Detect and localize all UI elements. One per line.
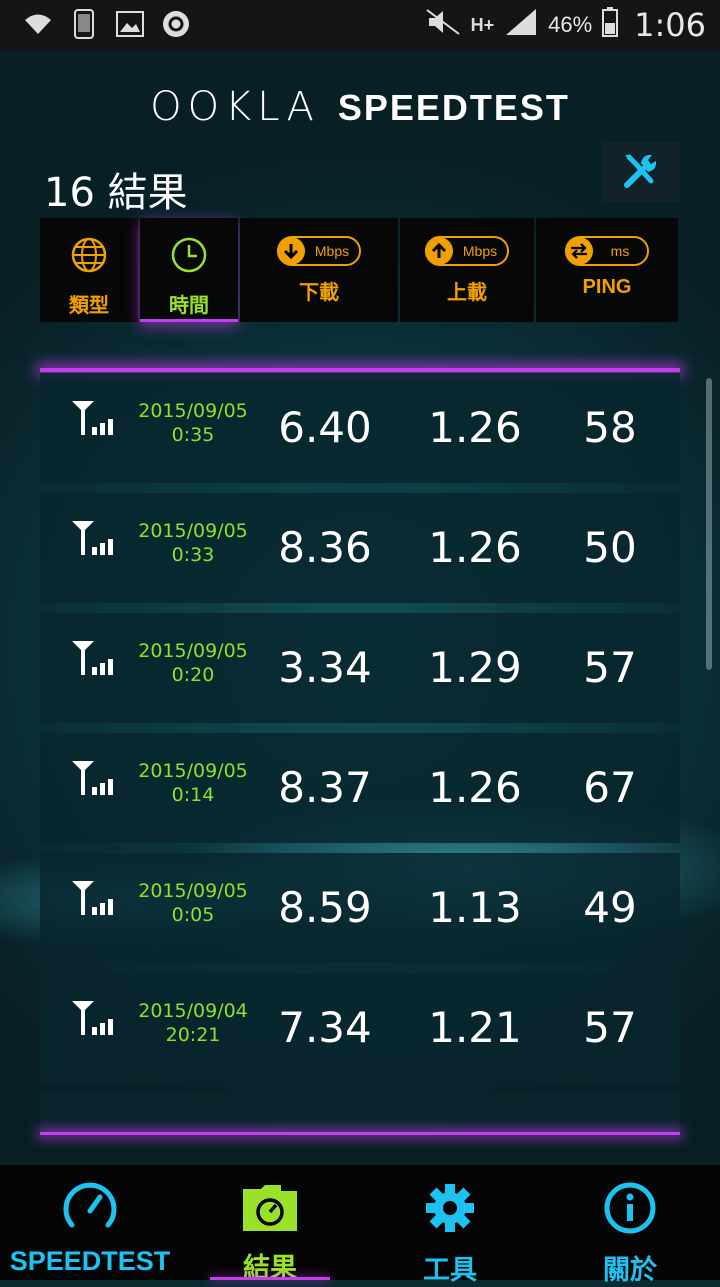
- logo-product: SPEEDTEST: [337, 87, 570, 128]
- result-row-partial[interactable]: [40, 1092, 680, 1134]
- clock: 1:06: [634, 6, 706, 44]
- result-row[interactable]: 2015/09/05 0:20 3.34 1.29 57: [40, 613, 680, 723]
- sort-bar: 類型 時間 Mbps 下載 Mbps 上載 ms PING: [40, 218, 680, 322]
- ping-pill: ms: [565, 236, 649, 266]
- info-icon: [603, 1181, 657, 1240]
- sort-type[interactable]: 類型: [40, 218, 138, 322]
- result-ping: 58: [583, 403, 637, 452]
- ping-unit: ms: [610, 243, 630, 259]
- network-type: H+: [470, 14, 495, 35]
- speedometer-icon: [62, 1181, 118, 1238]
- upload-unit: Mbps: [462, 243, 498, 259]
- sort-time[interactable]: 時間: [140, 218, 238, 322]
- sort-download[interactable]: Mbps 下載: [240, 218, 398, 322]
- result-row[interactable]: 2015/09/05 0:14 8.37 1.26 67: [40, 733, 680, 843]
- result-date: 2015/09/05 0:14: [138, 760, 248, 806]
- upload-pill: Mbps: [425, 236, 509, 266]
- mute-icon: [425, 8, 461, 42]
- result-ping: 49: [583, 883, 637, 932]
- cellular-signal-icon: [70, 397, 116, 442]
- result-row[interactable]: 2015/09/05 0:33 8.36 1.26 50: [40, 493, 680, 603]
- result-date: 2015/09/05 0:33: [138, 520, 248, 566]
- results-folder-icon: [241, 1181, 299, 1238]
- list-top-glow: [40, 368, 680, 372]
- result-row[interactable]: 2015/09/05 0:35 6.40 1.26 58: [40, 373, 680, 483]
- result-download: 8.37: [278, 763, 372, 812]
- result-upload: 1.26: [428, 403, 522, 452]
- result-ping: 57: [583, 1003, 637, 1052]
- logo-brand: OOKLA: [150, 84, 320, 130]
- sort-type-label: 類型: [69, 295, 109, 317]
- gallery-icon: [114, 8, 146, 40]
- cellular-signal-icon: [70, 997, 116, 1042]
- nav-tools-label: 工具: [423, 1255, 477, 1285]
- status-bar: H+ 46% 1:06: [0, 0, 720, 50]
- nav-speedtest[interactable]: SPEEDTEST: [0, 1165, 180, 1280]
- list-bottom-glow: [40, 1132, 680, 1135]
- result-download: 6.40: [278, 403, 372, 452]
- sort-upload[interactable]: Mbps 上載: [400, 218, 534, 322]
- upload-arrow-icon: [425, 237, 453, 265]
- list-scrollbar[interactable]: [706, 378, 712, 670]
- result-download: 8.36: [278, 523, 372, 572]
- globe-icon: [70, 236, 108, 279]
- result-upload: 1.26: [428, 763, 522, 812]
- sort-ping-label: PING: [582, 276, 632, 298]
- result-row[interactable]: 2015/09/05 0:05 8.59 1.13 49: [40, 853, 680, 963]
- battery-icon: [602, 7, 619, 43]
- result-ping: 67: [583, 763, 637, 812]
- sort-ping[interactable]: ms PING: [536, 218, 678, 322]
- app-logo: OOKLA SPEEDTEST: [0, 84, 720, 130]
- gear-icon: [423, 1181, 477, 1240]
- download-pill: Mbps: [277, 236, 361, 266]
- result-upload: 1.26: [428, 523, 522, 572]
- result-date: 2015/09/05 0:20: [138, 640, 248, 686]
- nav-about[interactable]: 關於: [540, 1165, 720, 1285]
- nav-about-label: 關於: [603, 1255, 657, 1285]
- download-unit: Mbps: [314, 243, 350, 259]
- result-date: 2015/09/05 0:05: [138, 880, 248, 926]
- app-notification-icon: [160, 8, 192, 40]
- ping-arrows-icon: [565, 237, 593, 265]
- clock-icon: [170, 236, 208, 279]
- nav-results[interactable]: 結果: [180, 1165, 360, 1283]
- cellular-signal-icon: [70, 637, 116, 682]
- tools-button[interactable]: [602, 142, 680, 202]
- sort-download-label: 下載: [299, 282, 339, 304]
- cellular-signal-icon: [70, 877, 116, 922]
- cellular-signal-icon: [70, 517, 116, 562]
- result-download: 8.59: [278, 883, 372, 932]
- result-date: 2015/09/05 0:35: [138, 400, 248, 446]
- wifi-icon: [22, 8, 54, 40]
- sort-time-label: 時間: [169, 295, 209, 317]
- nav-results-label: 結果: [243, 1253, 297, 1283]
- result-download: 7.34: [278, 1003, 372, 1052]
- result-date: 2015/09/04 20:21: [138, 1000, 248, 1046]
- sort-upload-label: 上載: [447, 282, 487, 304]
- result-upload: 1.29: [428, 643, 522, 692]
- cellular-signal-icon: [70, 757, 116, 802]
- tools-icon: [621, 151, 661, 194]
- result-row[interactable]: 2015/09/04 20:21 7.34 1.21 57: [40, 973, 680, 1083]
- result-download: 3.34: [278, 643, 372, 692]
- result-upload: 1.21: [428, 1003, 522, 1052]
- results-count: 16 結果: [44, 170, 188, 216]
- signal-icon: [504, 7, 538, 43]
- result-ping: 57: [583, 643, 637, 692]
- download-arrow-icon: [277, 237, 305, 265]
- nav-speedtest-label: SPEEDTEST: [9, 1246, 171, 1276]
- battery-percent: 46%: [548, 12, 593, 37]
- bottom-nav: SPEEDTEST 結果 工具 關於: [0, 1165, 720, 1285]
- nav-tools[interactable]: 工具: [360, 1165, 540, 1285]
- result-upload: 1.13: [428, 883, 522, 932]
- phone-icon: [68, 8, 100, 40]
- result-ping: 50: [583, 523, 637, 572]
